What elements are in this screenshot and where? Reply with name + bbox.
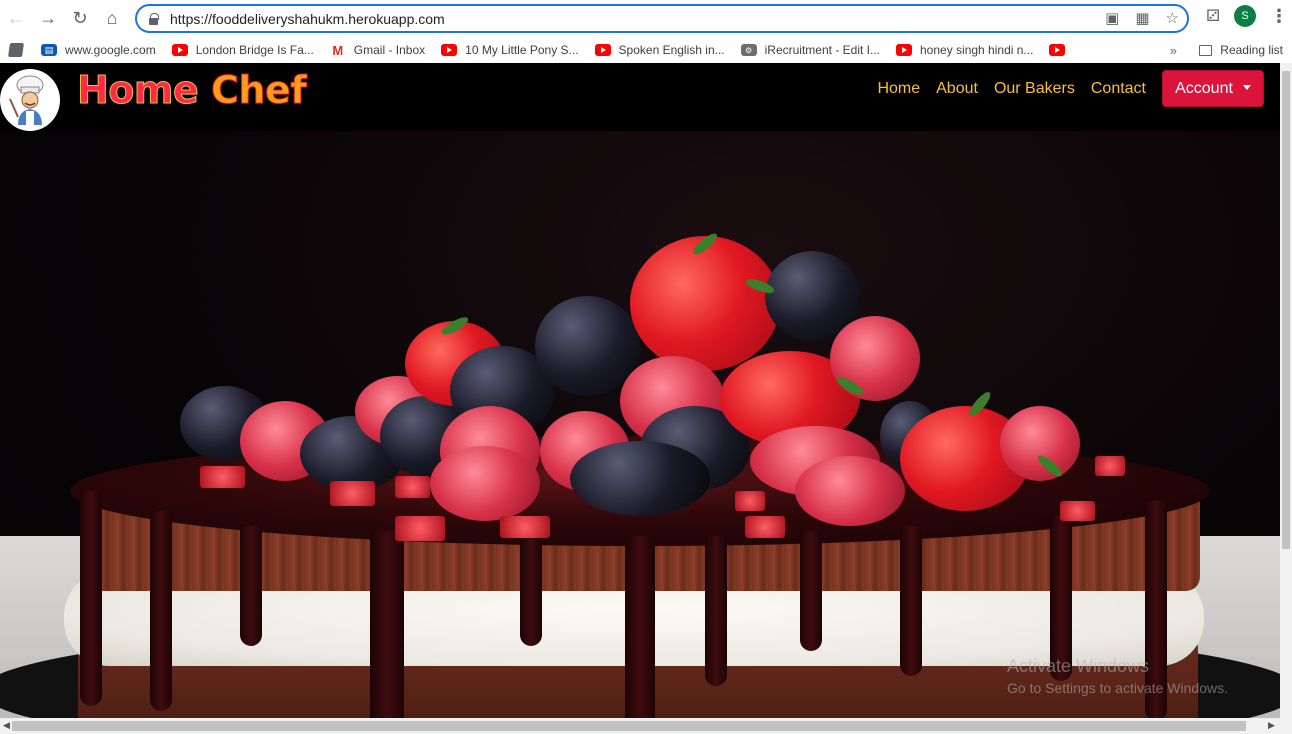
cast-icon[interactable]: ▣ [1105, 9, 1119, 27]
pomegranate-seed [735, 491, 765, 511]
google-news-favicon-icon: ▤ [41, 44, 57, 56]
reading-list-button[interactable]: Reading list [1199, 43, 1283, 57]
bookmark-honey-singh[interactable]: honey singh hindi n... [896, 43, 1033, 57]
nav-our-bakers-link[interactable]: Our Bakers [994, 80, 1075, 98]
nav-contact-link[interactable]: Contact [1091, 80, 1146, 98]
chocolate-drip [370, 531, 404, 718]
chocolate-drip [150, 511, 172, 711]
bookmark-label: Gmail - Inbox [353, 43, 426, 57]
bookmark-label: Spoken English in... [618, 43, 725, 57]
profile-avatar[interactable]: S [1234, 5, 1256, 27]
more-bookmarks-chevron-icon[interactable]: » [1170, 43, 1177, 58]
site-navbar: Home Chef Home About Our Bakers Contact … [0, 63, 1280, 131]
blackberry [570, 441, 710, 516]
bookmark-irecruitment[interactable]: ⚙ iRecruitment - Edit I... [740, 43, 880, 57]
pomegranate-seed [395, 516, 445, 541]
qr-code-icon[interactable]: ▦ [1135, 9, 1149, 27]
chocolate-drip [520, 536, 542, 646]
horizontal-scroll-thumb[interactable] [12, 721, 1246, 731]
bookmark-label: honey singh hindi n... [920, 43, 1034, 57]
bookmark-label: www.google.com [65, 43, 156, 57]
scroll-left-arrow-icon[interactable]: ◀ [3, 720, 10, 731]
raspberry [795, 456, 905, 526]
chocolate-drip [900, 526, 922, 676]
bookmark-london-bridge[interactable]: London Bridge Is Fa... [171, 43, 314, 57]
pomegranate-seed [395, 476, 430, 498]
irecruitment-favicon-icon: ⚙ [740, 44, 757, 56]
menu-kebab-icon[interactable]: ⋮ [1270, 6, 1288, 27]
bookmark-my-little-pony[interactable]: 10 My Little Pony S... [441, 43, 579, 57]
reading-list-icon [1199, 44, 1213, 56]
account-dropdown-button[interactable]: Account [1162, 70, 1264, 107]
chef-logo-icon[interactable] [0, 69, 60, 131]
url-text[interactable]: https://fooddeliveryshahukm.herokuapp.co… [170, 11, 445, 27]
account-label: Account [1175, 79, 1233, 97]
back-icon[interactable]: ← [0, 0, 32, 37]
apps-icon[interactable] [8, 43, 24, 57]
browser-toolbar: ← → ↻ ⌂ https://fooddeliveryshahukm.hero… [0, 0, 1292, 37]
youtube-favicon-icon [441, 44, 458, 56]
bookmark-label: 10 My Little Pony S... [465, 43, 579, 57]
strawberry [630, 236, 780, 371]
home-icon[interactable]: ⌂ [96, 0, 128, 37]
extensions-icon[interactable]: ⚂ [1206, 6, 1220, 26]
pomegranate-seed [1060, 501, 1095, 521]
pomegranate-seed [500, 516, 550, 538]
pomegranate-seed [330, 481, 375, 506]
raspberry [1000, 406, 1080, 481]
reading-list-label: Reading list [1220, 43, 1283, 57]
youtube-favicon-icon [594, 44, 611, 56]
horizontal-scrollbar[interactable]: ◀ ▶ [0, 718, 1292, 734]
pomegranate-seed [745, 516, 785, 538]
youtube-favicon-icon [1049, 44, 1066, 56]
vertical-scrollbar[interactable] [1280, 63, 1292, 718]
forward-icon[interactable]: → [32, 0, 64, 37]
raspberry [430, 446, 540, 521]
lock-icon[interactable] [149, 13, 159, 25]
chocolate-drip [705, 536, 727, 686]
vertical-scroll-thumb[interactable] [1282, 71, 1290, 549]
bookmark-spoken-english[interactable]: Spoken English in... [594, 43, 725, 57]
site-brand[interactable]: Home Chef [76, 68, 308, 113]
pomegranate-seed [1095, 456, 1125, 476]
bookmark-gmail[interactable]: M Gmail - Inbox [329, 43, 426, 58]
nav-home-link[interactable]: Home [877, 80, 920, 98]
chocolate-drip [800, 531, 822, 651]
chocolate-drip [240, 526, 262, 646]
main-menu: Home About Our Bakers Contact Account [861, 70, 1264, 107]
brand-word-home: Home [76, 68, 199, 113]
bookmark-google[interactable]: ▤ www.google.com [41, 43, 156, 57]
chocolate-drip [625, 536, 655, 718]
youtube-favicon-icon [896, 44, 912, 56]
bookmark-label: iRecruitment - Edit I... [764, 43, 880, 57]
bookmark-label: London Bridge Is Fa... [195, 43, 314, 57]
bookmark-star-icon[interactable]: ☆ [1166, 9, 1179, 27]
pomegranate-seed [200, 466, 245, 488]
page-viewport: Home Chef Home About Our Bakers Contact … [0, 63, 1280, 718]
youtube-favicon-icon [171, 44, 188, 56]
brand-word-chef: Chef [211, 68, 308, 113]
reload-icon[interactable]: ↻ [64, 0, 96, 37]
activate-windows-watermark: Activate Windows Go to Settings to activ… [1007, 655, 1228, 699]
gmail-favicon-icon: M [329, 43, 346, 58]
watermark-title: Activate Windows [1007, 656, 1150, 676]
watermark-subtitle: Go to Settings to activate Windows. [1007, 680, 1228, 696]
hero-cake-image [0, 131, 1280, 718]
address-bar[interactable]: https://fooddeliveryshahukm.herokuapp.co… [135, 4, 1189, 33]
bookmarks-bar: ▤ www.google.com London Bridge Is Fa... … [0, 37, 1292, 63]
chocolate-drip [80, 491, 102, 706]
nav-about-link[interactable]: About [936, 80, 978, 98]
bookmark-youtube-unnamed[interactable] [1049, 44, 1073, 56]
caret-down-icon [1242, 84, 1251, 90]
scroll-right-arrow-icon[interactable]: ▶ [1268, 720, 1275, 731]
